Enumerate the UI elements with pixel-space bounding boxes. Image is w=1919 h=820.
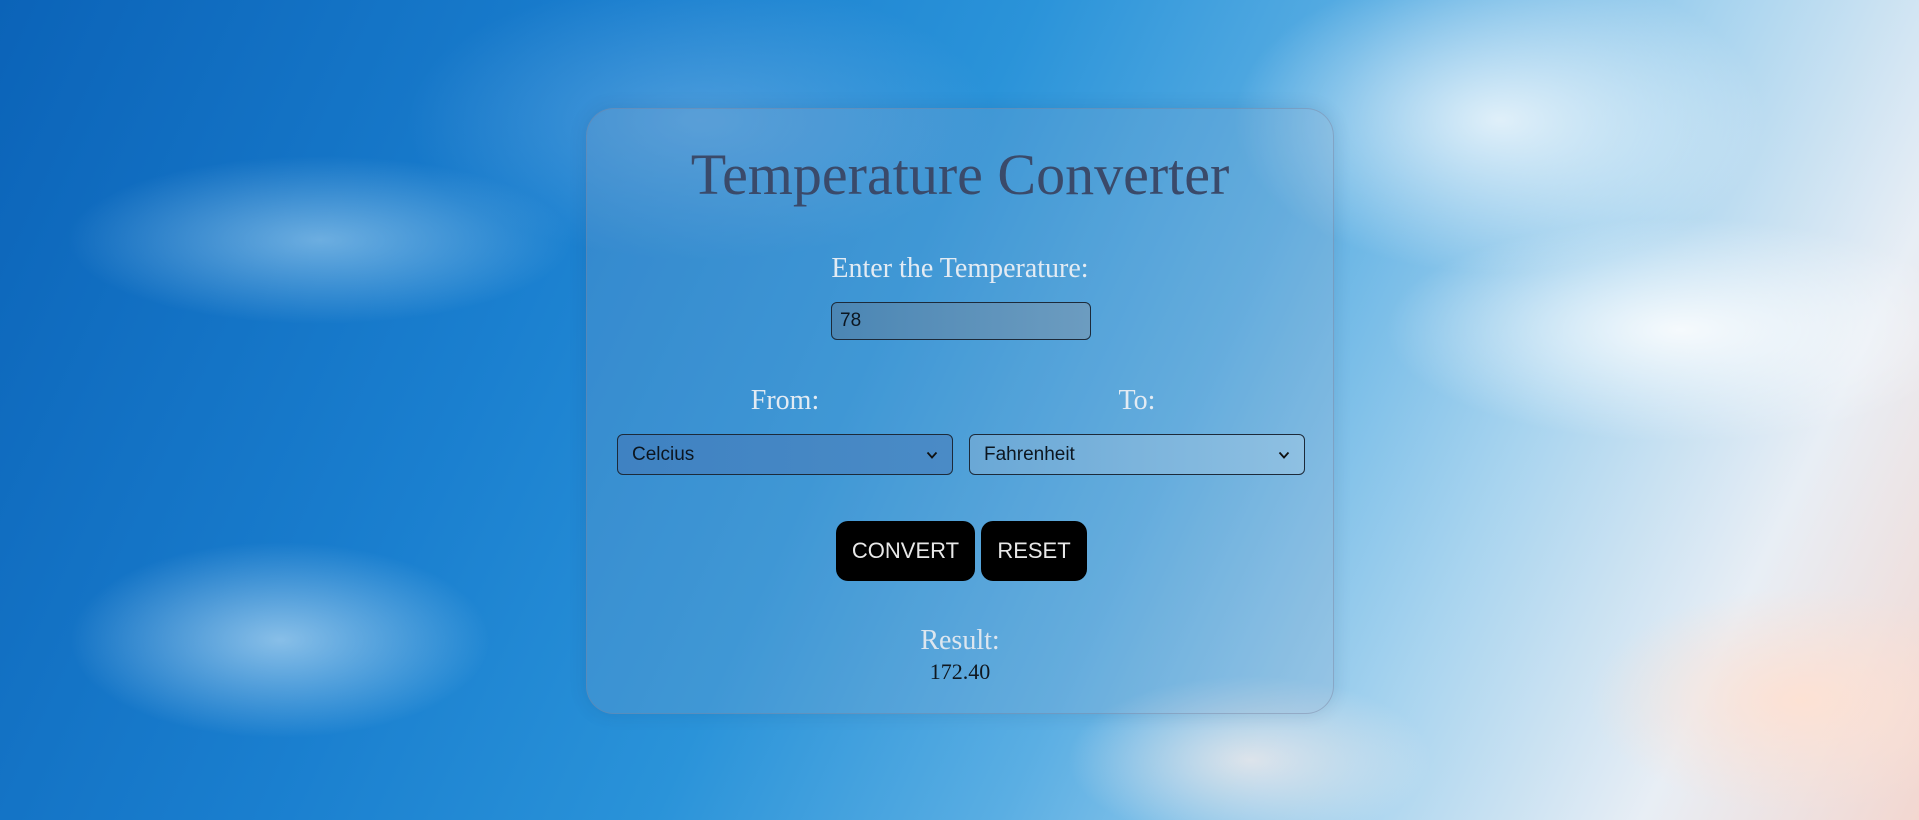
temperature-input[interactable] xyxy=(831,302,1091,340)
from-label: From: xyxy=(750,385,820,416)
to-unit-value: Fahrenheit xyxy=(984,443,1075,465)
result-label: Result: xyxy=(920,625,1000,656)
chevron-down-icon xyxy=(926,451,938,459)
result-value: 172.40 xyxy=(929,659,991,684)
to-label: To: xyxy=(1118,385,1156,416)
from-unit-value: Celcius xyxy=(632,443,695,465)
to-unit-select[interactable]: Fahrenheit xyxy=(969,434,1305,475)
converter-card: Temperature Converter Enter the Temperat… xyxy=(586,108,1334,714)
temperature-label: Enter the Temperature: xyxy=(831,253,1089,284)
convert-button[interactable]: CONVERT xyxy=(836,521,975,581)
from-unit-select[interactable]: Celcius xyxy=(617,434,953,475)
chevron-down-icon xyxy=(1278,451,1290,459)
reset-button[interactable]: RESET xyxy=(981,521,1087,581)
page-title: Temperature Converter xyxy=(690,142,1230,207)
